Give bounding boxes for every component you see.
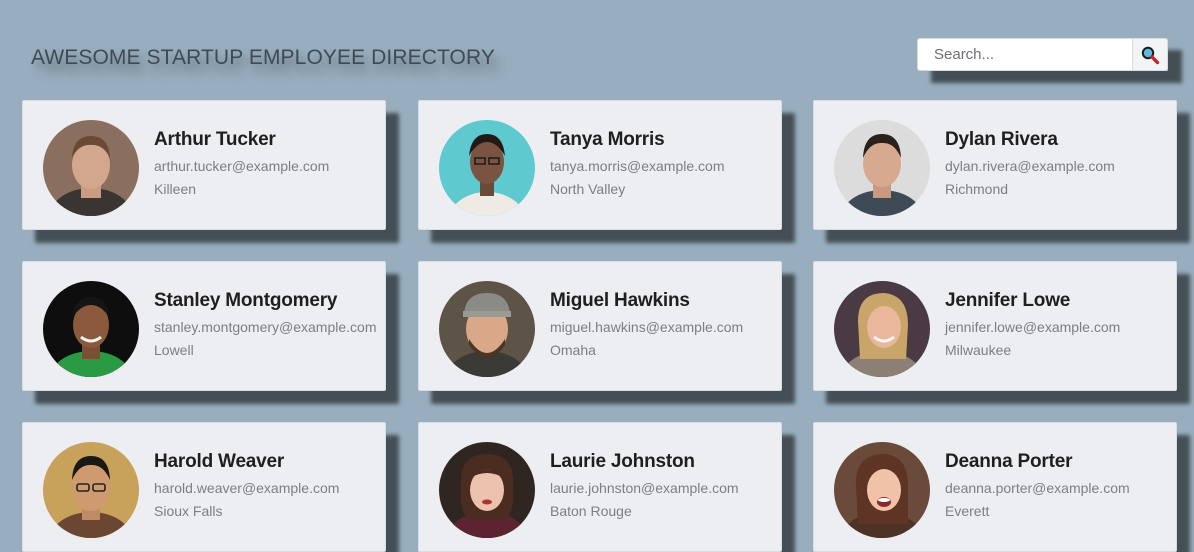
employee-city: Richmond	[945, 181, 1009, 197]
employee-city: Baton Rouge	[550, 503, 632, 519]
employee-card[interactable]: Jennifer Lowe jennifer.lowe@example.com …	[813, 261, 1177, 391]
magnifier-icon	[1133, 45, 1167, 65]
employee-city: Milwaukee	[945, 342, 1012, 358]
employee-card[interactable]: Stanley Montgomery stanley.montgomery@ex…	[22, 261, 386, 391]
employee-email: laurie.johnston@example.com	[550, 480, 739, 496]
search-input[interactable]	[917, 38, 1132, 71]
employee-city: Everett	[945, 503, 990, 519]
avatar	[439, 120, 535, 216]
employee-name: Deanna Porter	[945, 451, 1073, 472]
employee-card[interactable]: Harold Weaver harold.weaver@example.com …	[22, 422, 386, 552]
avatar	[834, 120, 930, 216]
employee-city: Lowell	[154, 342, 194, 358]
employee-email: arthur.tucker@example.com	[154, 158, 330, 174]
avatar	[43, 281, 139, 377]
employee-email: tanya.morris@example.com	[550, 158, 725, 174]
employee-name: Jennifer Lowe	[945, 290, 1071, 311]
employee-email: harold.weaver@example.com	[154, 480, 340, 496]
employee-email: stanley.montgomery@example.com	[154, 319, 377, 335]
avatar	[43, 120, 139, 216]
avatar	[439, 442, 535, 538]
avatar	[834, 281, 930, 377]
employee-card[interactable]: Arthur Tucker arthur.tucker@example.com …	[22, 100, 386, 230]
employee-city: Sioux Falls	[154, 503, 223, 519]
search-form	[917, 38, 1168, 71]
employee-city: Omaha	[550, 342, 596, 358]
employee-name: Harold Weaver	[154, 451, 285, 472]
employee-city: North Valley	[550, 181, 626, 197]
search-button[interactable]	[1132, 38, 1168, 71]
employee-name: Laurie Johnston	[550, 451, 695, 472]
employee-name: Arthur Tucker	[154, 129, 276, 150]
employee-email: dylan.rivera@example.com	[945, 158, 1115, 174]
employee-name: Dylan Rivera	[945, 129, 1058, 150]
employee-card[interactable]: Dylan Rivera dylan.rivera@example.com Ri…	[813, 100, 1177, 230]
employee-name: Stanley Montgomery	[154, 290, 338, 311]
avatar	[439, 281, 535, 377]
employee-card[interactable]: Tanya Morris tanya.morris@example.com No…	[418, 100, 782, 230]
employee-email: deanna.porter@example.com	[945, 480, 1130, 496]
avatar	[43, 442, 139, 538]
avatar	[834, 442, 930, 538]
page-title: AWESOME STARTUP EMPLOYEE DIRECTORY	[31, 46, 495, 69]
employee-email: miguel.hawkins@example.com	[550, 319, 744, 335]
employee-card[interactable]: Deanna Porter deanna.porter@example.com …	[813, 422, 1177, 552]
employee-city: Killeen	[154, 181, 197, 197]
employee-email: jennifer.lowe@example.com	[945, 319, 1121, 335]
employee-name: Miguel Hawkins	[550, 290, 690, 311]
employee-card[interactable]: Miguel Hawkins miguel.hawkins@example.co…	[418, 261, 782, 391]
employee-name: Tanya Morris	[550, 129, 665, 150]
employee-card[interactable]: Laurie Johnston laurie.johnston@example.…	[418, 422, 782, 552]
